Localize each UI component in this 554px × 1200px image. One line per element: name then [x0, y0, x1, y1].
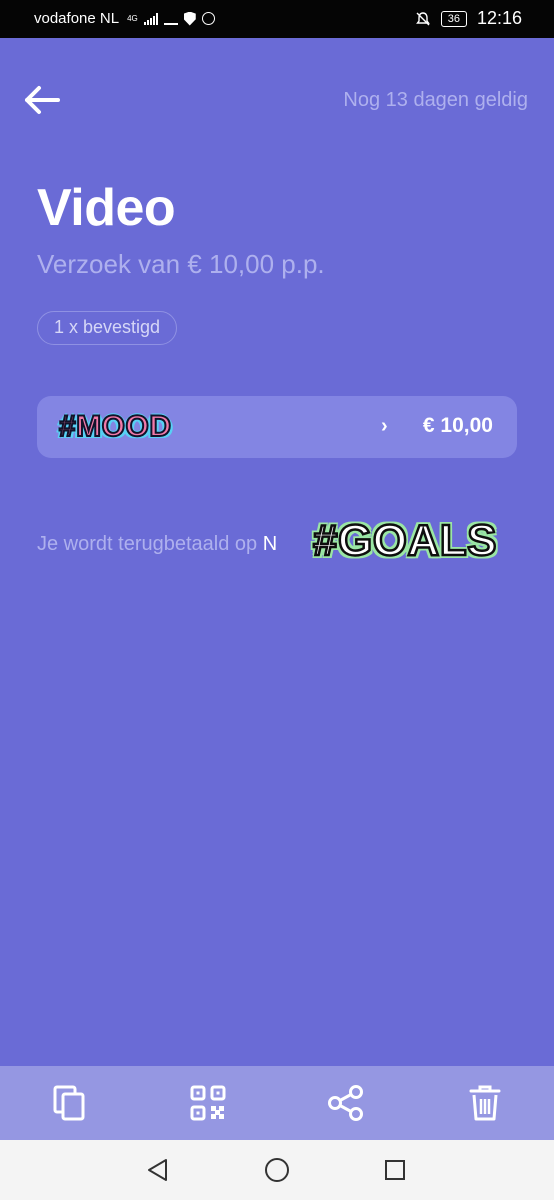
arrow-left-icon: [25, 86, 60, 114]
signal-icon: [143, 12, 158, 25]
nav-home-icon: [265, 1158, 289, 1182]
page-title: Video: [37, 179, 176, 237]
refund-label: Je wordt terugbetaald op: [37, 533, 263, 555]
payment-amount: € 10,00: [422, 414, 493, 437]
qr-code-button[interactable]: [178, 1073, 238, 1133]
request-subtitle: Verzoek van € 10,00 p.p.: [37, 249, 325, 279]
nav-recents-icon: [385, 1160, 405, 1180]
bell-muted-icon: [415, 11, 430, 25]
nav-back-button[interactable]: [143, 1155, 173, 1185]
shield-icon: [183, 11, 196, 26]
chevron-right-icon: ›: [381, 415, 388, 437]
payment-request-screen: vodafone NL 4G 36 12:16 Nog 13 dagen gel…: [0, 0, 554, 1200]
clock: 12:16: [476, 8, 522, 28]
whatsapp-icon: [201, 12, 215, 25]
system-nav-bar: [0, 1140, 554, 1200]
delete-button[interactable]: [455, 1073, 515, 1133]
trash-icon: [469, 1085, 501, 1121]
nav-home-button[interactable]: [262, 1155, 292, 1185]
payment-row[interactable]: #MOOD › € 10,00: [37, 396, 517, 458]
network-type-label: 4G: [127, 13, 138, 23]
goals-sticker: #GOALS: [312, 515, 498, 567]
carrier-label: vodafone NL: [34, 10, 120, 27]
status-right: 36 12:16: [415, 8, 522, 29]
copy-button[interactable]: [39, 1073, 99, 1133]
status-left: vodafone NL 4G: [34, 10, 215, 27]
copy-icon: [53, 1085, 85, 1121]
nav-back-icon: [148, 1159, 167, 1181]
share-button[interactable]: [316, 1073, 376, 1133]
battery-icon: 36: [440, 10, 467, 27]
mood-sticker: #MOOD: [58, 409, 172, 444]
action-toolbar: [0, 1066, 554, 1140]
nav-recents-button[interactable]: [380, 1155, 410, 1185]
confirmed-count-chip[interactable]: 1 x bevestigd: [37, 311, 178, 345]
status-bar: vodafone NL 4G 36 12:16: [0, 0, 554, 38]
refund-text: Je wordt terugbetaald op N: [37, 533, 277, 556]
share-icon: [328, 1085, 364, 1121]
refund-account: N: [262, 533, 278, 555]
incognito-icon: [163, 13, 178, 25]
back-button[interactable]: [20, 78, 64, 122]
qr-code-icon: [190, 1085, 226, 1121]
validity-label: Nog 13 dagen geldig: [343, 89, 528, 111]
